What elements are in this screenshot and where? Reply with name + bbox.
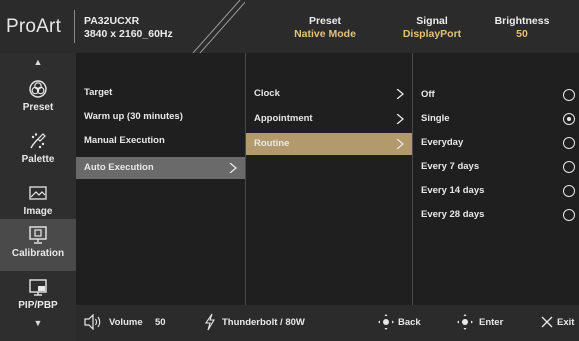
signal-value: DisplayPort	[402, 28, 462, 40]
menu-item-label: Auto Execution	[84, 162, 154, 173]
osd-footer: Volume 50 Thunderbolt / 80W Back Enter E…	[76, 305, 579, 341]
menu-item-warm-up[interactable]: Warm up (30 minutes)	[76, 106, 245, 128]
sidebar-item-pip-pbp[interactable]: PIP/PBP	[0, 271, 76, 323]
exit-button[interactable]: Exit	[557, 317, 574, 328]
menu-item-routine[interactable]: Routine	[246, 133, 412, 155]
header-divider	[74, 10, 75, 43]
menu-item-target[interactable]: Target	[76, 82, 245, 104]
sidebar-item-preset[interactable]: Preset	[0, 73, 76, 125]
chevron-right-icon	[396, 89, 404, 99]
pip-pbp-icon	[29, 279, 47, 296]
lightning-icon	[204, 313, 215, 331]
palette-icon	[30, 133, 46, 149]
option-every-28-days[interactable]: Every 28 days	[413, 204, 579, 226]
option-label: Off	[421, 89, 435, 100]
calibration-icon	[29, 226, 47, 244]
option-every-14-days[interactable]: Every 14 days	[413, 180, 579, 202]
chevron-right-icon	[396, 139, 404, 149]
menu-column-calibration: Target Warm up (30 minutes) Manual Execu…	[76, 53, 245, 305]
volume-value: 50	[155, 317, 166, 328]
menu-item-label: Manual Execution	[84, 135, 165, 146]
header-decoration	[192, 0, 245, 53]
option-label: Every 14 days	[421, 185, 485, 196]
sidebar-item-label: Calibration	[11, 248, 65, 259]
image-icon	[29, 186, 47, 200]
menu-item-auto-execution[interactable]: Auto Execution	[76, 157, 245, 179]
sidebar: ▲ Preset Palette Image Calibration PIP/P…	[0, 53, 76, 341]
radio-button-icon[interactable]	[563, 209, 575, 221]
scroll-up-arrow-icon[interactable]: ▲	[0, 57, 76, 67]
sidebar-item-palette[interactable]: Palette	[0, 125, 76, 177]
close-icon	[541, 316, 553, 328]
menu-column-auto-execution: Clock Appointment Routine	[246, 53, 412, 305]
radio-button-icon[interactable]	[563, 185, 575, 197]
joystick-back-icon	[378, 314, 394, 330]
radio-button-icon[interactable]	[563, 89, 575, 101]
signal-status: Signal DisplayPort	[392, 15, 472, 41]
preset-value: Native Mode	[294, 28, 356, 40]
menu-item-label: Routine	[254, 138, 290, 149]
back-button[interactable]: Back	[398, 317, 421, 328]
chevron-right-icon	[396, 114, 404, 124]
sidebar-item-label: Image	[23, 206, 53, 217]
brand-logo: ProArt	[6, 16, 62, 37]
preset-label: Preset	[308, 15, 342, 27]
osd-header: ProArt PA32UCXR 3840 x 2160_60Hz Preset …	[0, 0, 579, 53]
option-label: Single	[421, 113, 450, 124]
brightness-value: 50	[516, 28, 528, 40]
menu-item-label: Target	[84, 87, 113, 98]
option-label: Every 28 days	[421, 209, 485, 220]
radio-button-selected-icon[interactable]	[563, 113, 575, 125]
scroll-down-arrow-icon[interactable]: ▼	[0, 318, 76, 328]
resolution-text: 3840 x 2160_60Hz	[84, 28, 173, 40]
model-info: PA32UCXR 3840 x 2160_60Hz	[84, 15, 173, 41]
brightness-label: Brightness	[494, 15, 550, 27]
preset-icon	[29, 80, 47, 98]
menu-item-appointment[interactable]: Appointment	[246, 108, 412, 130]
option-every-7-days[interactable]: Every 7 days	[413, 156, 579, 178]
enter-button[interactable]: Enter	[479, 317, 503, 328]
option-single[interactable]: Single	[413, 108, 579, 130]
menu-column-routine: Off Single Everyday Every 7 days Every 1…	[413, 53, 579, 305]
sidebar-item-label: PIP/PBP	[18, 300, 58, 311]
chevron-right-icon	[229, 163, 237, 173]
volume-icon	[84, 314, 101, 330]
preset-status: Preset Native Mode	[280, 15, 370, 41]
brightness-status: Brightness 50	[482, 15, 562, 41]
menu-item-manual-execution[interactable]: Manual Execution	[76, 130, 245, 152]
radio-button-icon[interactable]	[563, 137, 575, 149]
joystick-enter-icon	[457, 314, 473, 330]
radio-button-icon[interactable]	[563, 161, 575, 173]
option-label: Every 7 days	[421, 161, 480, 172]
menu-item-label: Warm up (30 minutes)	[84, 111, 183, 122]
volume-label: Volume	[109, 317, 143, 328]
signal-label: Signal	[416, 15, 448, 27]
model-name: PA32UCXR	[84, 15, 140, 27]
input-source-label: Thunderbolt / 80W	[222, 317, 305, 328]
sidebar-item-label: Palette	[21, 154, 55, 165]
menu-item-label: Appointment	[254, 113, 313, 124]
option-label: Everyday	[421, 137, 464, 148]
menu-item-clock[interactable]: Clock	[246, 83, 412, 105]
option-off[interactable]: Off	[413, 84, 579, 106]
sidebar-item-label: Preset	[22, 102, 54, 113]
option-everyday[interactable]: Everyday	[413, 132, 579, 154]
menu-item-label: Clock	[254, 88, 280, 99]
sidebar-item-calibration[interactable]: Calibration	[0, 219, 76, 271]
